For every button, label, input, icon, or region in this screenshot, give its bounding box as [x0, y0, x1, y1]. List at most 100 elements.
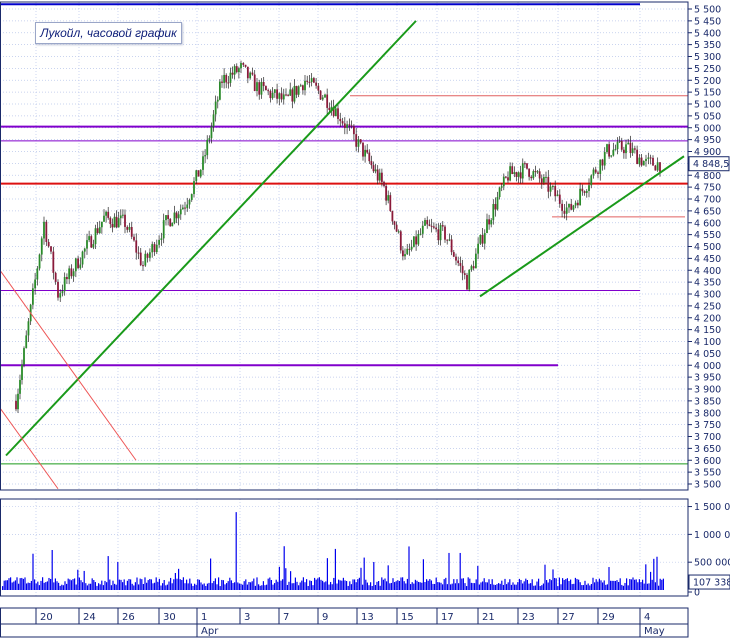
- volume-bar: [651, 579, 653, 590]
- candle-body: [616, 141, 619, 150]
- volume-bar: [354, 579, 356, 590]
- candle-body: [240, 63, 242, 69]
- volume-bar: [115, 584, 117, 590]
- volume-bar: [331, 584, 333, 590]
- candle-body: [151, 244, 154, 253]
- volume-bar: [610, 580, 612, 590]
- volume-bar: [659, 578, 661, 590]
- candle-body: [505, 176, 507, 178]
- volume-bar: [384, 578, 386, 590]
- y-tick-label: 4 400: [694, 266, 721, 277]
- volume-bar: [506, 584, 508, 590]
- volume-bar: [395, 581, 397, 590]
- volume-bar: [341, 580, 343, 590]
- volume-bar: [643, 583, 645, 590]
- candle-body: [397, 231, 400, 233]
- candle-body: [317, 85, 320, 91]
- volume-bar: [442, 584, 444, 590]
- volume-bar: [373, 561, 375, 590]
- volume-bar: [126, 580, 128, 590]
- volume-bar: [192, 585, 194, 590]
- candle-body: [341, 121, 344, 124]
- candle-body: [459, 263, 462, 266]
- candle-body: [312, 78, 315, 83]
- volume-bar: [627, 585, 629, 590]
- candle-body: [169, 218, 172, 227]
- candle-body: [428, 224, 431, 226]
- volume-bar: [168, 581, 170, 590]
- candle-body: [315, 82, 318, 86]
- volume-bar: [74, 578, 76, 590]
- volume-bar: [478, 584, 480, 590]
- y-tick-label: 5 250: [694, 64, 721, 75]
- volume-bar: [502, 584, 504, 590]
- volume-bar: [91, 578, 93, 590]
- volume-bar: [542, 583, 544, 590]
- x-tick-label: 17: [441, 612, 454, 623]
- candle-body: [190, 194, 193, 200]
- volume-bar: [350, 584, 352, 590]
- volume-bar: [216, 584, 218, 590]
- candle-body: [549, 186, 552, 192]
- candle-body: [88, 236, 91, 241]
- volume-bar: [37, 581, 39, 590]
- x-tick-label: 1: [201, 612, 207, 623]
- candle-body: [265, 86, 267, 91]
- candle-body: [306, 80, 309, 82]
- volume-bar: [45, 582, 47, 590]
- volume-bar: [320, 579, 322, 590]
- candle-body: [486, 219, 488, 234]
- x-tick-label: 21: [482, 612, 495, 623]
- volume-bar: [131, 583, 133, 590]
- volume-bar: [259, 585, 261, 590]
- candle-body: [47, 241, 50, 247]
- volume-bar: [309, 580, 311, 590]
- candle-body: [343, 123, 346, 128]
- volume-bar: [243, 581, 245, 590]
- y-tick-label: 4 650: [694, 206, 721, 217]
- volume-bar: [96, 585, 98, 590]
- candle-body: [585, 190, 588, 193]
- volume-bar: [157, 581, 159, 590]
- candle-body: [581, 188, 584, 192]
- volume-bar: [286, 584, 288, 590]
- volume-bar: [219, 586, 221, 590]
- volume-bar: [448, 552, 450, 590]
- volume-bar: [205, 585, 207, 590]
- y-tick-label: 4 750: [694, 183, 721, 194]
- volume-bar: [645, 564, 647, 590]
- volume-bar: [221, 579, 223, 590]
- volume-bar: [130, 579, 132, 590]
- candle-body: [348, 124, 351, 126]
- candle-body: [474, 253, 477, 269]
- volume-bar: [344, 580, 346, 590]
- volume-bar: [523, 581, 525, 590]
- volume-bar: [224, 584, 226, 590]
- volume-bar: [128, 578, 130, 590]
- volume-bar: [501, 580, 503, 590]
- candle-body: [173, 212, 176, 223]
- volume-bar: [317, 578, 319, 590]
- volume-bar: [138, 584, 140, 590]
- candle-body: [457, 260, 460, 264]
- candle-body: [171, 222, 174, 227]
- candle-body: [246, 66, 249, 79]
- y-tick-label: 4 450: [694, 254, 721, 265]
- volume-bar: [277, 581, 279, 590]
- candle-body: [378, 172, 381, 181]
- volume-bar: [141, 579, 143, 590]
- volume-bar: [237, 582, 239, 590]
- candle-body: [364, 149, 366, 157]
- volume-bar: [99, 584, 101, 590]
- candle-body: [40, 238, 43, 255]
- volume-bar: [261, 585, 263, 590]
- candle-body: [103, 215, 105, 222]
- trend-lines: [0, 20, 685, 490]
- volume-bar: [370, 582, 372, 590]
- x-tick-label: 29: [602, 612, 615, 623]
- candle-body: [490, 220, 493, 225]
- candle-body: [218, 81, 221, 100]
- candle-body: [346, 124, 348, 128]
- volume-bar: [5, 580, 7, 590]
- volume-bar: [368, 585, 370, 590]
